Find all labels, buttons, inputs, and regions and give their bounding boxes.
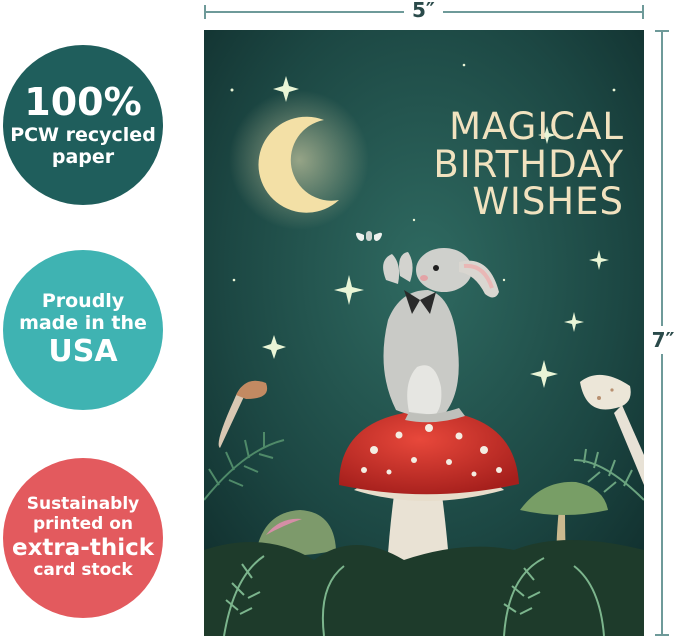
recycled-paper-badge: 100% PCW recycled paper bbox=[3, 45, 163, 205]
badge-line: Sustainably bbox=[26, 494, 140, 515]
badge-line: card stock bbox=[33, 559, 133, 580]
card-title-line: MAGICAL bbox=[449, 105, 624, 148]
height-dimension-label: 7″ bbox=[648, 326, 678, 354]
card-title-line: WISHES bbox=[472, 180, 624, 224]
badge-line: USA bbox=[48, 333, 118, 369]
greeting-card: MAGICAL BIRTHDAY WISHES bbox=[204, 30, 644, 636]
card-stock-badge: Sustainably printed on extra-thick card … bbox=[3, 458, 163, 618]
width-dimension-label: 5″ bbox=[404, 0, 443, 22]
card-title-line: BIRTHDAY bbox=[433, 142, 624, 186]
crescent-moon-icon bbox=[229, 90, 369, 230]
badge-line: Proudly bbox=[41, 289, 125, 312]
badge-line: 100% bbox=[24, 80, 142, 125]
badge-line: extra-thick bbox=[11, 534, 155, 561]
badge-line: made in the bbox=[19, 311, 147, 334]
ground-foliage bbox=[204, 540, 644, 636]
card-title: MAGICAL BIRTHDAY WISHES bbox=[354, 108, 624, 221]
badge-line: printed on bbox=[32, 514, 133, 534]
badge-line: PCW recycled bbox=[10, 124, 156, 146]
made-in-usa-badge: Proudly made in the USA bbox=[3, 250, 163, 410]
badge-line: paper bbox=[51, 145, 115, 168]
